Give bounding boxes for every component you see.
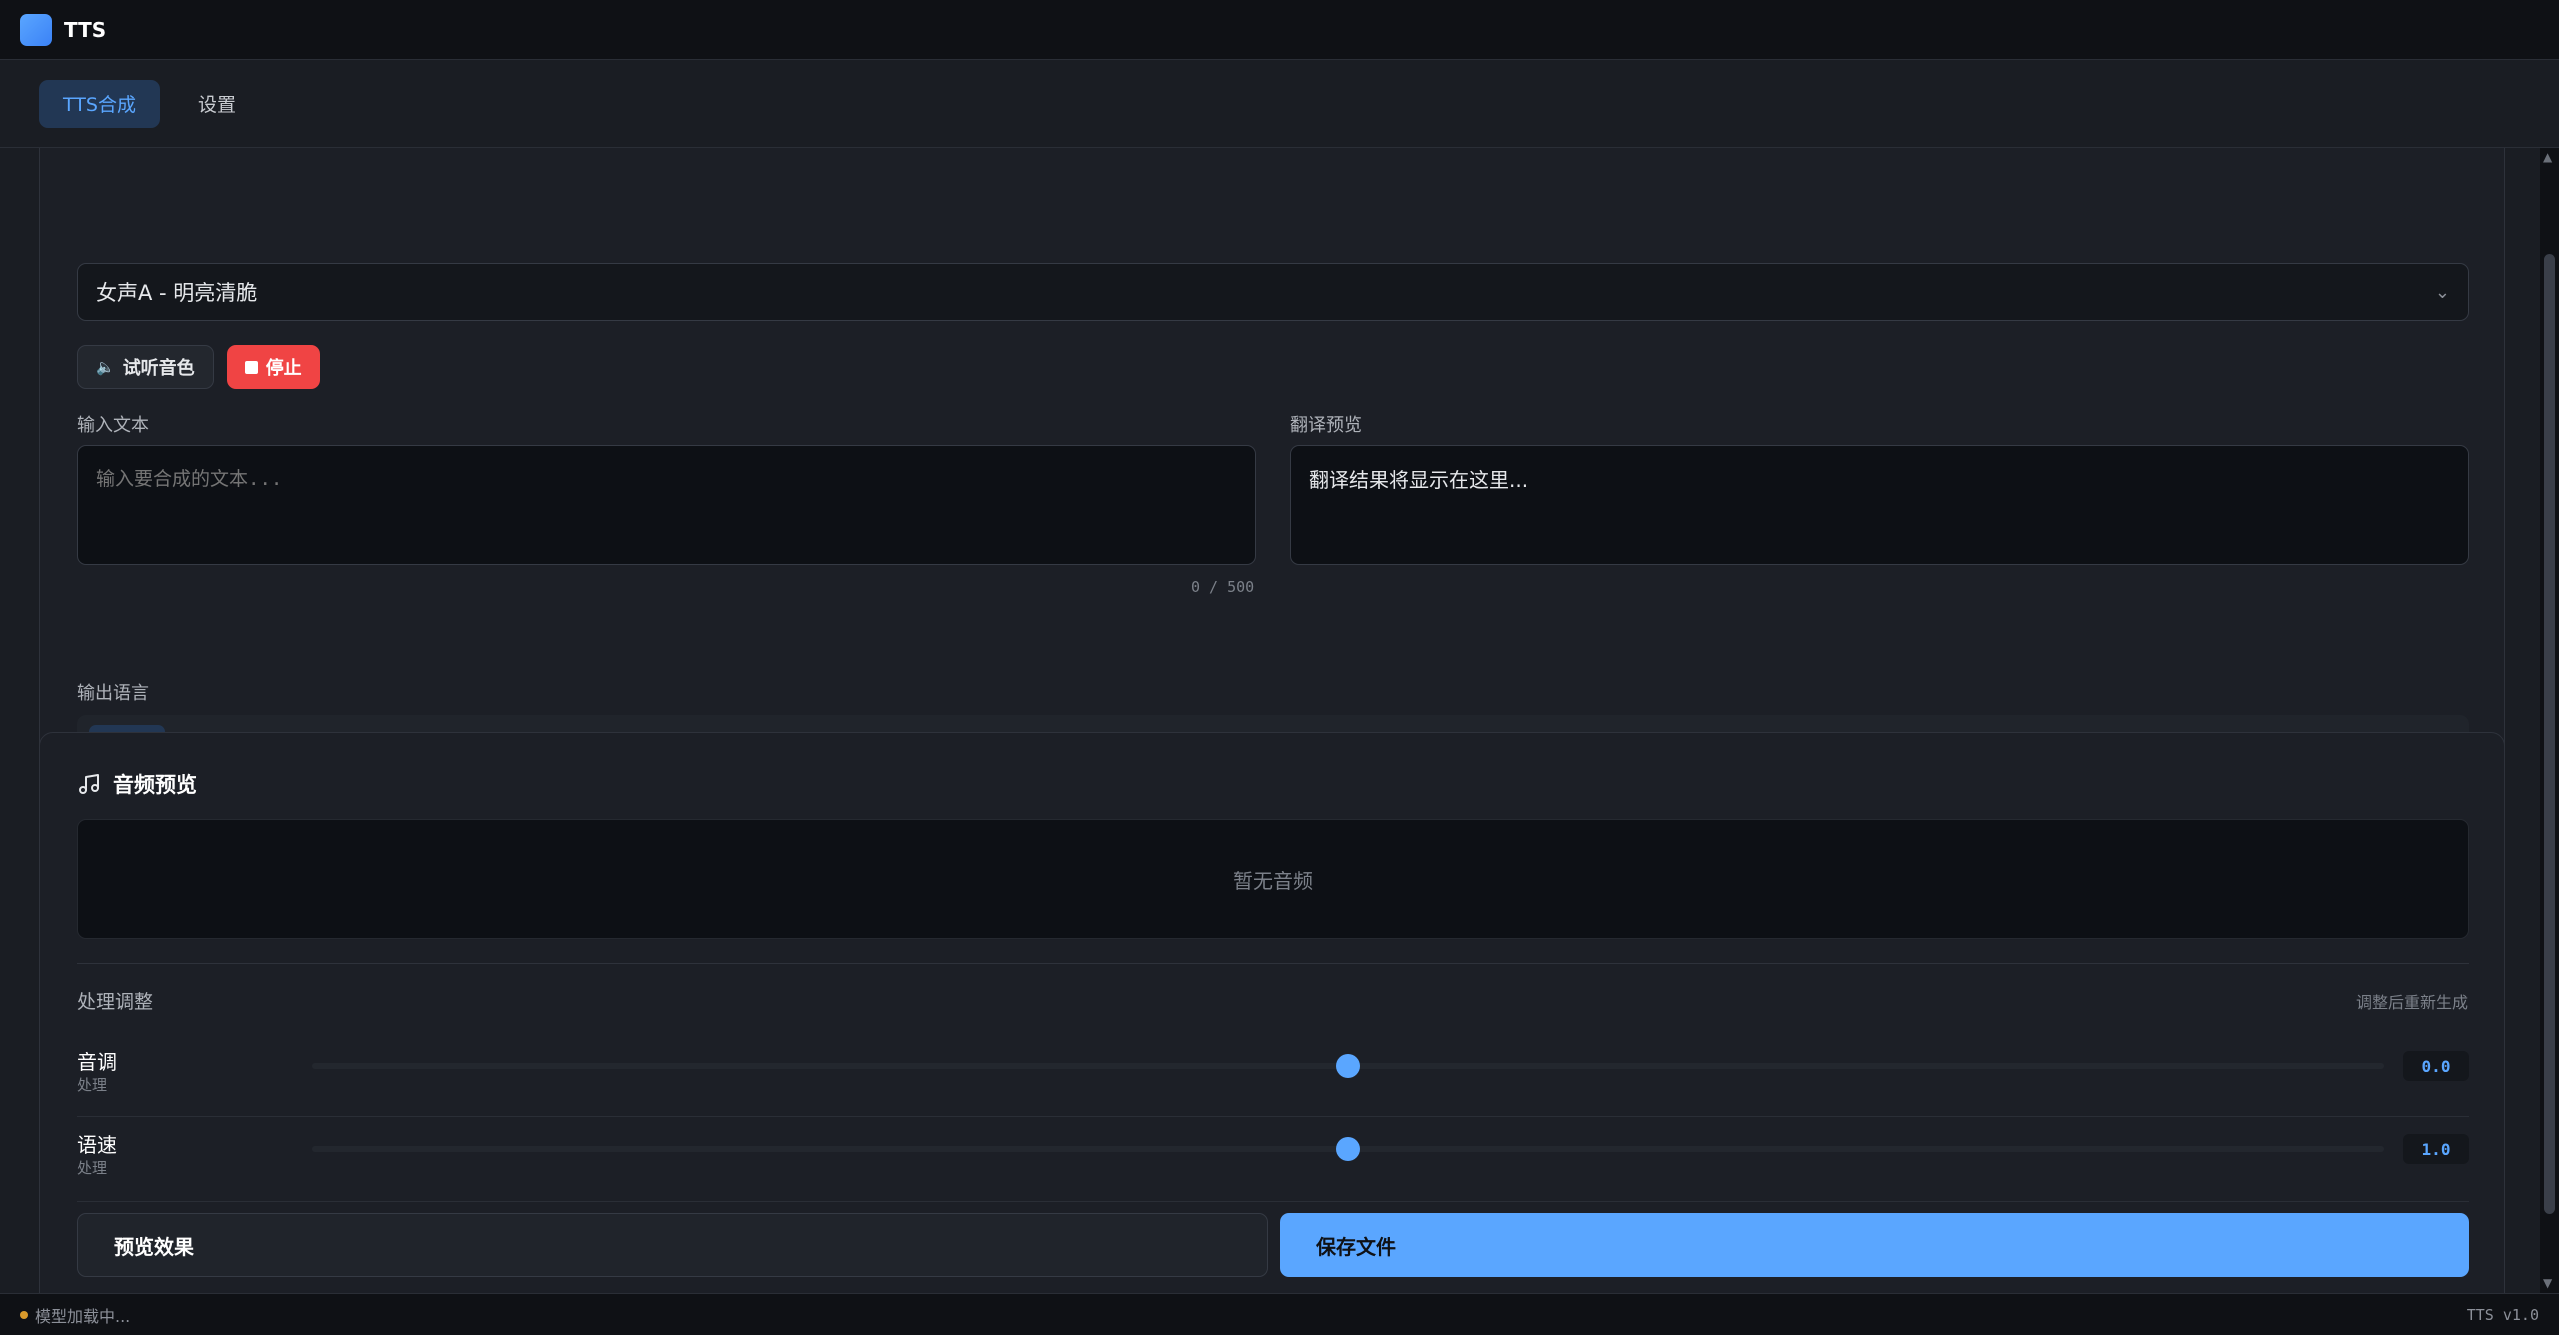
speed-slider-row: 语速 处理 1.0 bbox=[77, 1121, 2469, 1202]
tab-bar: TTS合成 设置 bbox=[0, 60, 2559, 148]
pitch-label: 音调 bbox=[77, 1050, 117, 1074]
speed-label: 语速 bbox=[77, 1133, 117, 1157]
speaker-icon: 🔈 bbox=[96, 358, 115, 376]
status-indicator-icon bbox=[20, 1310, 28, 1319]
pitch-slider-thumb[interactable] bbox=[1336, 1054, 1360, 1078]
stop-button[interactable]: 停止 bbox=[226, 345, 320, 389]
speed-sub-label: 处理 bbox=[77, 1159, 108, 1177]
preview-effect-button[interactable]: 预览效果 bbox=[77, 1213, 1268, 1277]
stop-icon bbox=[244, 360, 258, 374]
audio-preview-title-text: 音频预览 bbox=[113, 773, 197, 797]
row-divider bbox=[77, 1116, 2469, 1117]
tab-tts-synthesis[interactable]: TTS合成 bbox=[39, 79, 160, 128]
audio-preview-title: 音频预览 bbox=[77, 769, 197, 799]
section-divider bbox=[77, 963, 2469, 964]
content-viewport: 女声A - 明亮清脆 ⌄ 🔈 试听音色 停止 输入文本 0 / 500 翻译预览… bbox=[0, 148, 2540, 1293]
processing-title: 处理调整 bbox=[77, 991, 154, 1013]
scroll-down-icon[interactable]: ▼ bbox=[2543, 1276, 2552, 1290]
processing-hint: 调整后重新生成 bbox=[2355, 993, 2468, 1012]
char-count: 0 / 500 bbox=[1191, 578, 1255, 596]
translation-preview-box: 翻译结果将显示在这里... bbox=[1290, 445, 2469, 565]
row-divider bbox=[77, 1201, 2469, 1202]
status-text: 模型加载中... bbox=[35, 1306, 131, 1326]
speed-value: 1.0 bbox=[2403, 1134, 2469, 1164]
audition-voice-label: 试听音色 bbox=[122, 358, 195, 379]
voice-select-value: 女声A - 明亮清脆 bbox=[96, 281, 258, 305]
input-text-label: 输入文本 bbox=[77, 415, 149, 436]
pitch-sub-label: 处理 bbox=[77, 1076, 108, 1094]
status-bar: 模型加载中... TTS v1.0 bbox=[0, 1293, 2559, 1335]
app-logo-icon bbox=[20, 13, 52, 46]
output-language-label: 输出语言 bbox=[77, 683, 149, 704]
input-text-area[interactable] bbox=[77, 445, 1256, 565]
save-file-button[interactable]: 保存文件 bbox=[1280, 1213, 2469, 1277]
pitch-value: 0.0 bbox=[2403, 1051, 2469, 1081]
audio-empty-placeholder: 暂无音频 bbox=[77, 819, 2469, 939]
chevron-down-icon: ⌄ bbox=[2434, 282, 2450, 303]
title-bar: TTS bbox=[0, 0, 2559, 60]
translation-preview-label: 翻译预览 bbox=[1290, 415, 1362, 436]
voice-select[interactable]: 女声A - 明亮清脆 ⌄ bbox=[77, 263, 2469, 321]
scrollbar-thumb[interactable] bbox=[2544, 254, 2555, 1214]
tab-settings[interactable]: 设置 bbox=[174, 80, 260, 128]
vertical-scrollbar[interactable]: ▲ ▼ bbox=[2540, 148, 2559, 1293]
voice-button-row: 🔈 试听音色 停止 bbox=[77, 345, 320, 389]
scroll-up-icon[interactable]: ▲ bbox=[2543, 150, 2552, 164]
pitch-slider-row: 音调 处理 0.0 bbox=[77, 1038, 2469, 1118]
speed-slider-thumb[interactable] bbox=[1336, 1137, 1360, 1161]
music-note-icon bbox=[79, 774, 99, 794]
audition-voice-button[interactable]: 🔈 试听音色 bbox=[77, 345, 214, 389]
audio-preview-card: 音频预览 暂无音频 处理调整 调整后重新生成 音调 处理 0.0 语速 处理 1… bbox=[39, 732, 2505, 1293]
stop-label: 停止 bbox=[265, 358, 302, 379]
app-title: TTS bbox=[64, 17, 107, 42]
version-label: TTS v1.0 bbox=[2466, 1305, 2539, 1324]
